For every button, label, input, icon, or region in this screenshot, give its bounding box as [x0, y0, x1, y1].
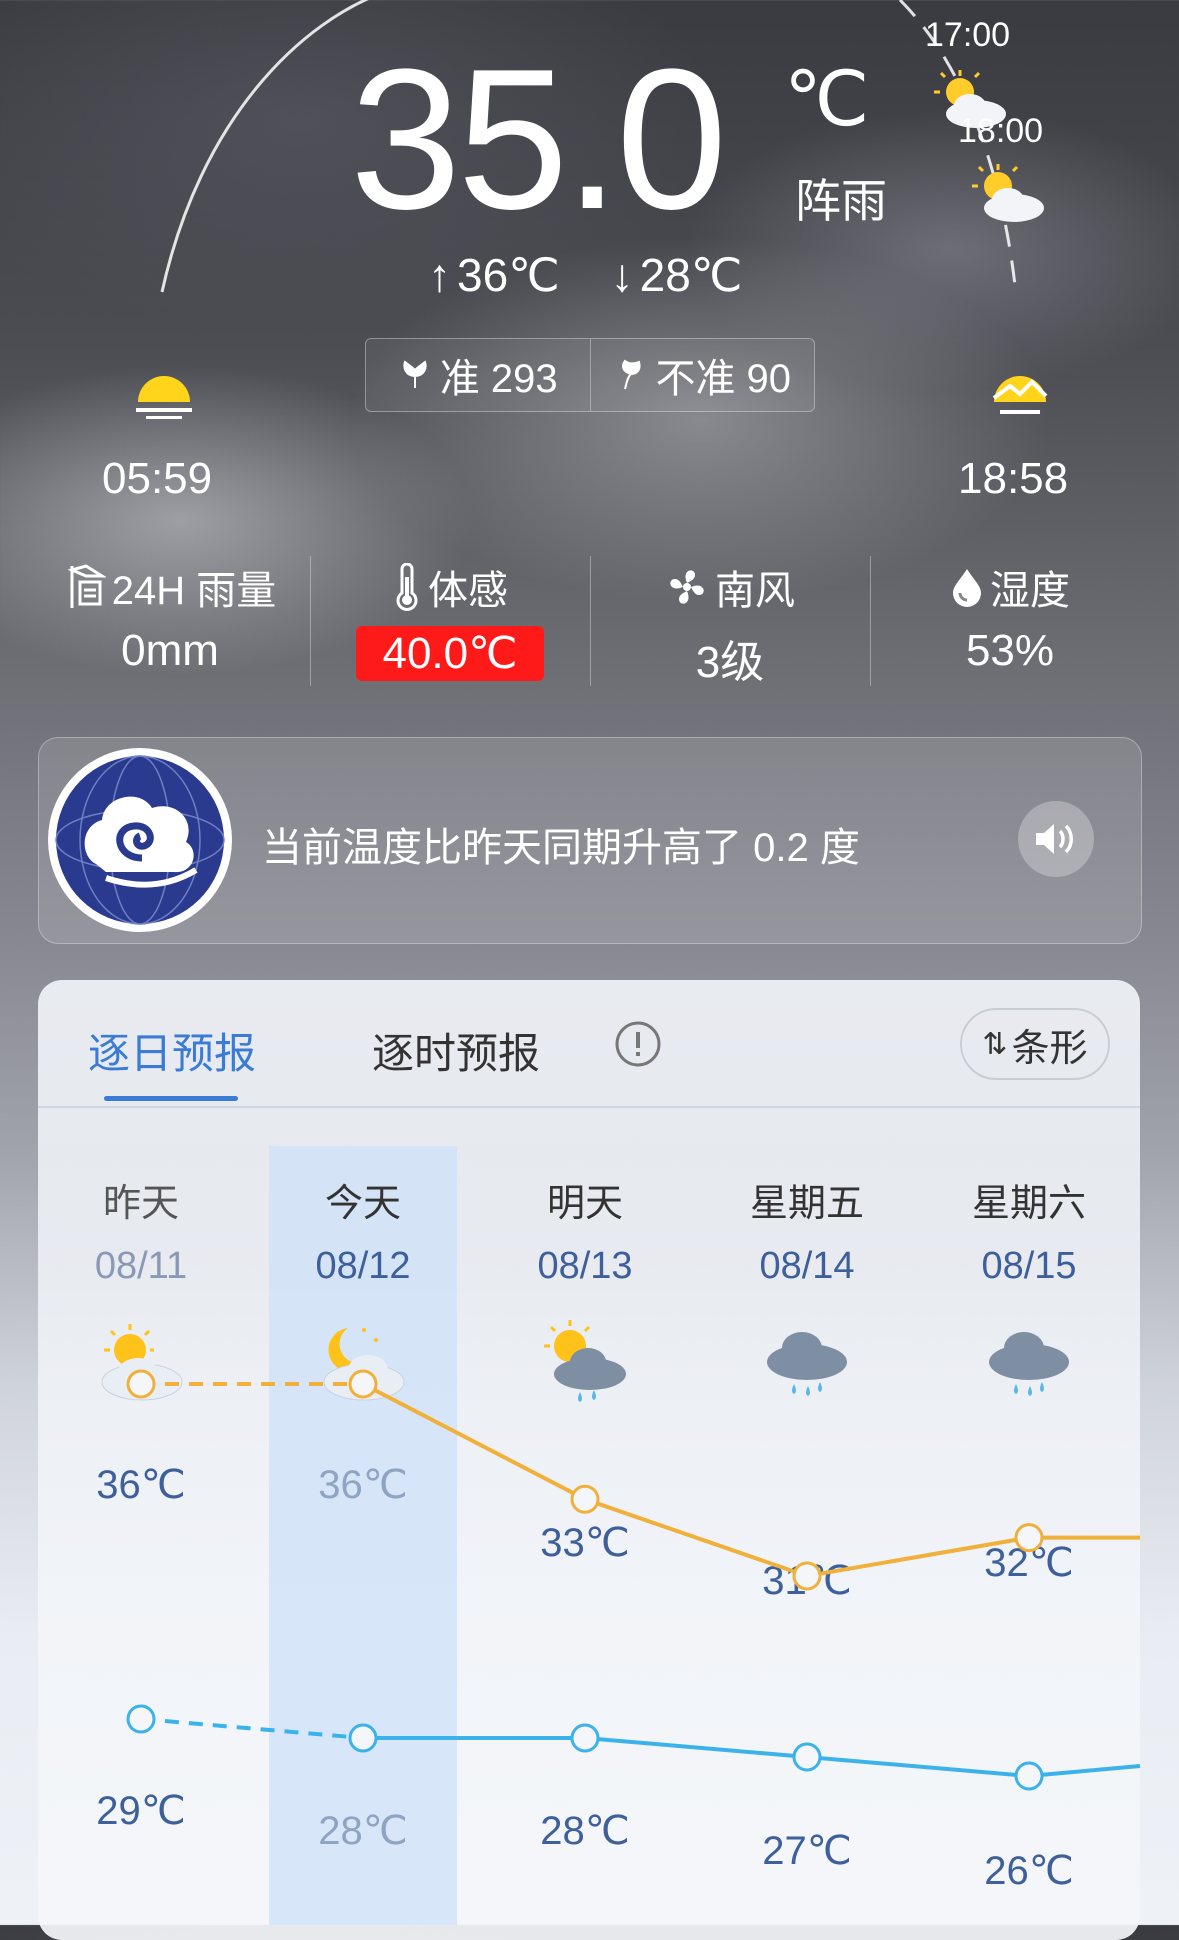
day-column[interactable]: 明天 08/13 [491, 1172, 679, 1288]
low-temp-label: 28℃ [540, 1809, 630, 1853]
day-date: 08/11 [94, 1245, 188, 1287]
low-temp-label: 27℃ [762, 1829, 852, 1873]
tab-daily-forecast[interactable]: 逐日预报 [88, 1020, 256, 1081]
accurate-button[interactable]: 准 293 [366, 346, 590, 404]
day-name: 昨天 [102, 1183, 179, 1225]
speaker-icon [1036, 824, 1073, 854]
day-name: 星期六 [971, 1183, 1086, 1225]
low-temp-label: 28℃ [318, 1809, 408, 1853]
weather-stats: 24H 雨量 0mm 体感 40.0℃ 南风 3级 湿度 53% [30, 552, 1150, 692]
inaccurate-count: 不准 90 [655, 357, 792, 401]
high-temp-label: 33℃ [540, 1521, 630, 1565]
stat-value: 3级 [695, 638, 765, 687]
sun-cloud-icon [101, 1324, 183, 1401]
high-temp-label: 36℃ [318, 1463, 408, 1507]
day-column[interactable]: 昨天 08/11 [47, 1172, 235, 1288]
low-temp-label: 29℃ [96, 1789, 186, 1833]
hour-label-18: 18:00 [958, 112, 1044, 150]
sort-icon: ⇅ [982, 1027, 1008, 1061]
partly-cloudy-sun-icon [972, 164, 1044, 222]
speaker-button[interactable] [1018, 801, 1094, 877]
stat-wind[interactable]: 南风 3级 [590, 552, 870, 692]
sunrise-icon [136, 376, 192, 419]
sun-rain-cloud-icon [544, 1320, 626, 1402]
sunrise-time: 05:59 [102, 454, 213, 503]
high-low: ↑ 36℃ ↓ 28℃ [428, 248, 780, 302]
down-arrow-icon: ↓ [610, 249, 634, 301]
chart-style-toggle[interactable]: ⇅ 条形 [960, 1008, 1110, 1080]
sunset-time: 18:58 [958, 454, 1069, 503]
info-icon[interactable] [614, 1020, 662, 1068]
tab-underline [104, 1096, 238, 1101]
rain-cloud-icon [767, 1332, 847, 1396]
high-temp-label: 32℃ [984, 1541, 1074, 1585]
low-temp: ↓ 28℃ [610, 249, 743, 301]
notice-text: 当前温度比昨天同期升高了 0.2 度 [262, 826, 860, 870]
day-name: 明天 [546, 1183, 623, 1225]
accurate-count: 准 293 [439, 357, 558, 401]
day-date: 08/14 [759, 1245, 855, 1287]
rain-cloud-icon [989, 1332, 1069, 1396]
panel-divider [38, 1106, 1140, 1108]
moon-cloud-icon [323, 1328, 405, 1401]
stat-value: 53% [965, 626, 1055, 675]
day-name: 今天 [324, 1183, 401, 1225]
day-column[interactable]: 今天 08/12 [269, 1172, 457, 1288]
day-column[interactable]: 星期六 08/15 [935, 1172, 1123, 1288]
rain-gauge-icon [67, 564, 106, 608]
day-column[interactable]: 星期五 08/14 [713, 1172, 901, 1288]
up-arrow-icon: ↑ [428, 249, 451, 301]
wilted-flower-icon [622, 359, 641, 390]
high-temp-label: 31℃ [762, 1559, 852, 1603]
low-temp-label: 26℃ [984, 1849, 1074, 1893]
stat-label: 南风 [715, 569, 795, 613]
flower-icon [403, 360, 427, 388]
stat-label: 湿度 [990, 569, 1070, 613]
stat-feels-like[interactable]: 体感 40.0℃ [310, 552, 590, 692]
fan-icon [670, 570, 704, 604]
tab-hourly-forecast[interactable]: 逐时预报 [372, 1020, 540, 1081]
high-temp-label: 36℃ [96, 1463, 186, 1507]
weather-service-logo [48, 748, 232, 932]
thermometer-icon [396, 563, 418, 611]
high-temp: ↑ 36℃ [428, 249, 560, 301]
sunset-icon [992, 376, 1048, 414]
accuracy-vote: 准 293 不准 90 [365, 338, 815, 412]
day-date: 08/15 [981, 1245, 1077, 1287]
inaccurate-button[interactable]: 不准 90 [591, 346, 815, 404]
current-temperature: 35.0 [350, 28, 727, 251]
stat-value: 0mm [121, 626, 219, 675]
stat-label: 24H 雨量 [111, 569, 277, 613]
toggle-label: 条形 [1011, 1027, 1088, 1070]
stat-value: 40.0℃ [356, 626, 544, 681]
stat-rainfall[interactable]: 24H 雨量 0mm [30, 552, 310, 692]
temperature-unit: ℃ [784, 57, 870, 142]
hour-label-17: 17:00 [925, 16, 1011, 54]
day-date: 08/13 [537, 1245, 633, 1287]
day-date: 08/12 [315, 1245, 411, 1287]
stat-humidity[interactable]: 湿度 53% [870, 552, 1150, 692]
day-name: 星期五 [749, 1183, 864, 1225]
droplet-icon [953, 569, 981, 607]
current-condition: 阵雨 [795, 175, 887, 227]
stat-label: 体感 [428, 569, 508, 613]
